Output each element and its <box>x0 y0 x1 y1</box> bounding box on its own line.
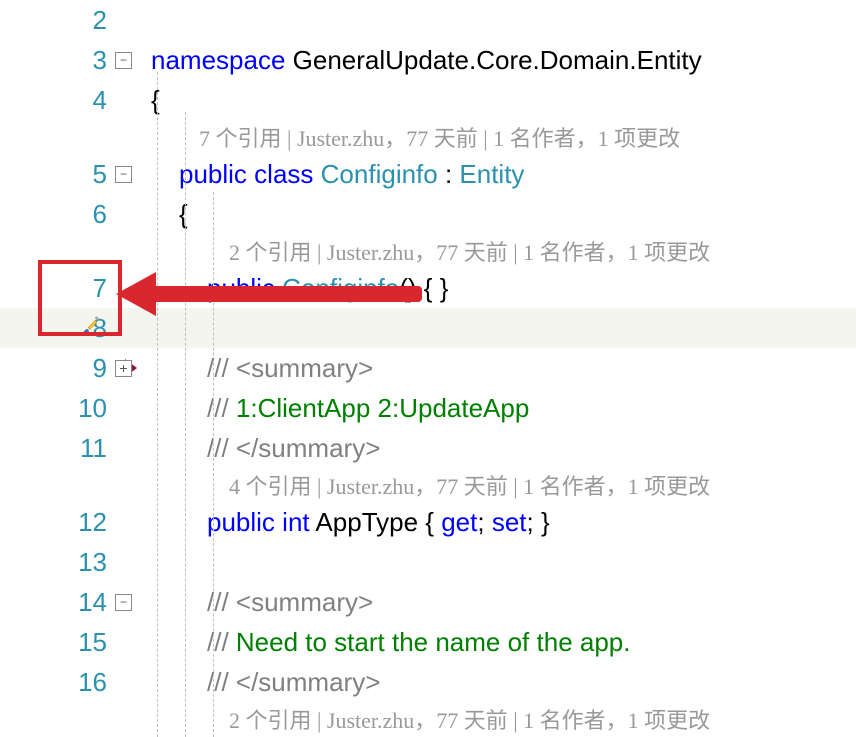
fold-toggle[interactable]: − <box>115 166 132 183</box>
code-text: public Configinfo() { } <box>151 275 448 301</box>
code-text: /// <summary> <box>151 355 373 381</box>
code-line[interactable]: 16 /// </summary> <box>0 662 856 702</box>
code-line[interactable]: 13 <box>0 542 856 582</box>
fold-toggle[interactable]: + <box>115 360 132 377</box>
line-number: 5 <box>93 159 115 190</box>
code-text: /// <summary> <box>151 589 373 615</box>
code-line[interactable]: 14 − /// <summary> <box>0 582 856 622</box>
line-number: 12 <box>78 507 115 538</box>
line-number: 11 <box>80 433 115 464</box>
line-number: 6 <box>93 199 115 230</box>
code-line[interactable]: 5 − public class Configinfo : Entity <box>0 154 856 194</box>
codelens-row[interactable]: 7 个引用 | Juster.zhu，77 天前 | 1 名作者，1 项更改 <box>0 120 856 154</box>
codelens-text[interactable]: 2 个引用 | Juster.zhu，77 天前 | 1 名作者，1 项更改 <box>151 703 710 735</box>
codelens-text[interactable]: 7 个引用 | Juster.zhu，77 天前 | 1 名作者，1 项更改 <box>151 121 680 153</box>
code-editor[interactable]: 2 3 − namespace GeneralUpdate.Core.Domai… <box>0 0 856 737</box>
quick-actions-icon[interactable] <box>80 315 102 342</box>
code-line-current[interactable]: 8 <box>0 308 856 348</box>
codelens-row[interactable]: 2 个引用 | Juster.zhu，77 天前 | 1 名作者，1 项更改 <box>0 702 856 736</box>
line-number: 15 <box>78 627 115 658</box>
line-number: 10 <box>78 393 115 424</box>
code-line[interactable]: 9 + /// <summary> <box>0 348 856 388</box>
line-number: 14 <box>78 587 115 618</box>
code-line[interactable]: 11 /// </summary> <box>0 428 856 468</box>
codelens-row[interactable]: 2 个引用 | Juster.zhu，77 天前 | 1 名作者，1 项更改 <box>0 234 856 268</box>
line-number: 2 <box>93 5 115 36</box>
code-text: /// Need to start the name of the app. <box>151 629 630 655</box>
code-line[interactable]: 3 − namespace GeneralUpdate.Core.Domain.… <box>0 40 856 80</box>
line-number: 16 <box>78 667 115 698</box>
codelens-text[interactable]: 2 个引用 | Juster.zhu，77 天前 | 1 名作者，1 项更改 <box>151 235 710 267</box>
code-line[interactable]: 15 /// Need to start the name of the app… <box>0 622 856 662</box>
fold-toggle[interactable]: − <box>115 52 132 69</box>
code-line[interactable]: 7 public Configinfo() { } <box>0 268 856 308</box>
code-text: /// </summary> <box>151 435 380 461</box>
code-text: public class Configinfo : Entity <box>151 161 524 187</box>
fold-toggle[interactable]: − <box>115 594 132 611</box>
code-line[interactable]: 4 { <box>0 80 856 120</box>
code-text: { <box>151 201 188 227</box>
code-text: public int AppType { get; set; } <box>151 509 550 535</box>
codelens-row[interactable]: 4 个引用 | Juster.zhu，77 天前 | 1 名作者，1 项更改 <box>0 468 856 502</box>
line-number: 7 <box>93 273 115 304</box>
line-number: 4 <box>93 85 115 116</box>
code-text: /// </summary> <box>151 669 380 695</box>
line-number: 13 <box>78 547 115 578</box>
code-text: { <box>151 87 160 113</box>
code-text: namespace GeneralUpdate.Core.Domain.Enti… <box>151 47 702 73</box>
line-number: 3 <box>93 45 115 76</box>
screwdriver-icon <box>80 315 102 337</box>
codelens-text[interactable]: 4 个引用 | Juster.zhu，77 天前 | 1 名作者，1 项更改 <box>151 469 710 501</box>
code-text: /// 1:ClientApp 2:UpdateApp <box>151 395 529 421</box>
line-number: 9 <box>93 353 115 384</box>
code-line[interactable]: 12 public int AppType { get; set; } <box>0 502 856 542</box>
code-line[interactable]: 6 { <box>0 194 856 234</box>
code-line[interactable]: 10 /// 1:ClientApp 2:UpdateApp <box>0 388 856 428</box>
code-line[interactable]: 2 <box>0 0 856 40</box>
code-editor-viewport: 2 3 − namespace GeneralUpdate.Core.Domai… <box>0 0 856 737</box>
